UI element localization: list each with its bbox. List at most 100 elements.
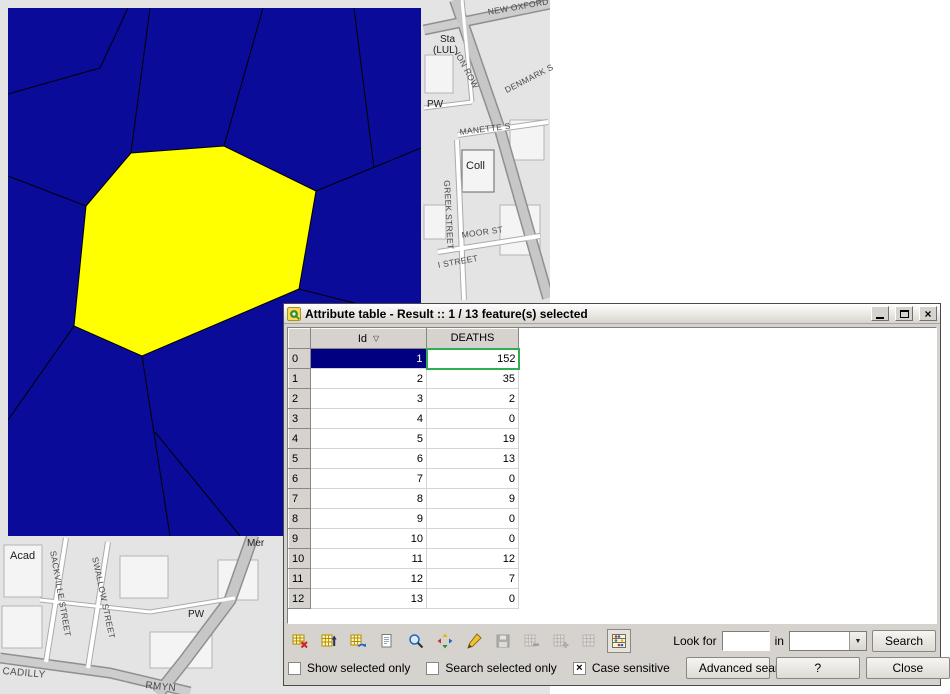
new-column-icon (553, 633, 569, 649)
row-header[interactable]: 3 (289, 409, 311, 429)
row-header[interactable]: 12 (289, 589, 311, 609)
window-titlebar[interactable]: Attribute table - Result :: 1 / 13 featu… (284, 304, 940, 324)
copy-rows-icon (379, 633, 395, 649)
row-header[interactable]: 5 (289, 449, 311, 469)
table-row: 4 5 19 (289, 429, 519, 449)
id-cell[interactable]: 11 (311, 549, 427, 569)
sort-indicator-icon: ▽ (373, 334, 379, 343)
table-row: 8 9 0 (289, 509, 519, 529)
in-label: in (775, 634, 784, 648)
id-cell[interactable]: 6 (311, 449, 427, 469)
id-cell[interactable]: 8 (311, 489, 427, 509)
row-header[interactable]: 7 (289, 489, 311, 509)
map-label: Sta (440, 34, 455, 45)
copy-rows-button[interactable] (375, 629, 399, 653)
column-header-id-label: Id (358, 333, 367, 345)
show-selected-only-label: Show selected only (307, 661, 410, 675)
id-cell[interactable]: 7 (311, 469, 427, 489)
column-header-id[interactable]: Id ▽ (311, 329, 427, 349)
deaths-cell[interactable]: 0 (427, 529, 519, 549)
new-row-button[interactable] (578, 629, 602, 653)
show-selected-only-checkbox[interactable] (288, 662, 301, 675)
table-row: 9 10 0 (289, 529, 519, 549)
id-cell[interactable]: 12 (311, 569, 427, 589)
delete-column-button[interactable] (520, 629, 544, 653)
map-label: Acad (10, 550, 35, 562)
row-header[interactable]: 9 (289, 529, 311, 549)
close-icon: × (924, 308, 931, 320)
deaths-cell[interactable]: 0 (427, 509, 519, 529)
checkbox-check-icon: × (576, 663, 582, 674)
look-for-label: Look for (673, 634, 716, 648)
field-select-value (790, 632, 849, 650)
row-header[interactable]: 8 (289, 509, 311, 529)
case-sensitive-checkbox[interactable]: × (573, 662, 586, 675)
field-calculator-button[interactable] (607, 629, 631, 653)
pan-to-selected-icon (437, 633, 453, 649)
attribute-table[interactable]: Id ▽ DEATHS 0 1 152 1 (287, 327, 937, 624)
table-row: 7 8 9 (289, 489, 519, 509)
row-header[interactable]: 6 (289, 469, 311, 489)
deaths-cell[interactable]: 19 (427, 429, 519, 449)
row-header[interactable]: 2 (289, 389, 311, 409)
map-label: Coll (466, 160, 485, 172)
search-selected-only-checkbox[interactable] (426, 662, 439, 675)
column-header-deaths[interactable]: DEATHS (427, 329, 519, 349)
id-cell[interactable]: 1 (311, 349, 427, 369)
invert-selection-button[interactable] (346, 629, 370, 653)
chevron-down-icon: ▼ (849, 632, 866, 650)
toggle-editing-button[interactable] (462, 629, 486, 653)
deaths-cell[interactable]: 0 (427, 469, 519, 489)
search-input[interactable] (722, 631, 770, 651)
row-header[interactable]: 0 (289, 349, 311, 369)
table-row: 12 13 0 (289, 589, 519, 609)
deaths-cell[interactable]: 0 (427, 589, 519, 609)
id-cell[interactable]: 4 (311, 409, 427, 429)
toggle-editing-icon (466, 633, 482, 649)
help-button[interactable]: ? (776, 657, 860, 679)
id-cell[interactable]: 2 (311, 369, 427, 389)
deaths-cell[interactable]: 7 (427, 569, 519, 589)
table-row: 6 7 0 (289, 469, 519, 489)
id-cell[interactable]: 10 (311, 529, 427, 549)
search-selected-only-label: Search selected only (445, 661, 556, 675)
search-button[interactable]: Search (872, 630, 936, 652)
window-client: Id ▽ DEATHS 0 1 152 1 (287, 327, 937, 682)
id-cell[interactable]: 9 (311, 509, 427, 529)
close-button[interactable]: × (919, 306, 937, 321)
row-header[interactable]: 10 (289, 549, 311, 569)
deaths-cell[interactable]: 9 (427, 489, 519, 509)
zoom-to-selected-button[interactable] (404, 629, 428, 653)
pan-to-selected-button[interactable] (433, 629, 457, 653)
deaths-cell[interactable]: 13 (427, 449, 519, 469)
row-header[interactable]: 4 (289, 429, 311, 449)
maximize-button[interactable] (895, 306, 913, 321)
id-cell[interactable]: 5 (311, 429, 427, 449)
minimize-button[interactable] (871, 306, 889, 321)
move-selected-to-top-button[interactable] (317, 629, 341, 653)
invert-selection-icon (350, 633, 366, 649)
corner-header[interactable] (289, 329, 311, 349)
deaths-cell[interactable]: 152 (427, 349, 519, 369)
save-edits-button[interactable] (491, 629, 515, 653)
close-window-button[interactable]: Close (866, 657, 950, 679)
field-select[interactable]: ▼ (789, 631, 867, 651)
row-header[interactable]: 11 (289, 569, 311, 589)
row-header[interactable]: 1 (289, 369, 311, 389)
deaths-cell[interactable]: 12 (427, 549, 519, 569)
maximize-icon (900, 310, 909, 318)
map-label: Mer (247, 538, 264, 549)
id-cell[interactable]: 3 (311, 389, 427, 409)
deaths-cell[interactable]: 2 (427, 389, 519, 409)
unselect-all-button[interactable] (288, 629, 312, 653)
table-footer: Show selected only Search selected only … (287, 656, 937, 682)
id-cell[interactable]: 13 (311, 589, 427, 609)
minimize-icon (876, 317, 884, 319)
deaths-cell[interactable]: 0 (427, 409, 519, 429)
table-row: 3 4 0 (289, 409, 519, 429)
field-calculator-icon (611, 633, 627, 649)
table-row: 10 11 12 (289, 549, 519, 569)
advanced-search-button[interactable]: Advanced search (686, 657, 770, 679)
new-column-button[interactable] (549, 629, 573, 653)
deaths-cell[interactable]: 35 (427, 369, 519, 389)
